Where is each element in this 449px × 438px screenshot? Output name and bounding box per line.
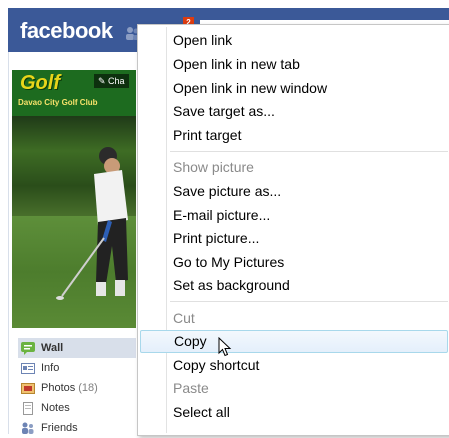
photos-count: (18) [78,382,98,394]
menu-item-set-as-background[interactable]: Set as background [140,274,448,297]
menu-item-save-picture-as[interactable]: Save picture as... [140,180,448,203]
golfer-figure [56,147,128,300]
friends-icon [22,422,34,434]
nav-item-photos[interactable]: Photos (18) [18,378,136,398]
menu-item-copy-shortcut[interactable]: Copy shortcut [140,354,448,377]
menu-separator [170,151,448,152]
photos-icon [21,382,35,394]
nav-label: Info [41,362,60,374]
mouse-cursor-icon [218,337,232,357]
menu-item-copy[interactable]: Copy [140,330,448,353]
menu-item-paste: Paste [173,380,209,396]
menu-item-save-target-as[interactable]: Save target as... [140,100,448,123]
profile-picture[interactable]: Golf Davao City Golf Club ✎ Cha [12,70,136,328]
facebook-logo[interactable]: facebook [20,18,113,44]
menu-item-open-link-new-tab[interactable]: Open link in new tab [140,53,448,76]
wall-icon [21,341,35,355]
menu-item-email-picture[interactable]: E-mail picture... [140,204,448,227]
menu-item-go-to-my-pictures[interactable]: Go to My Pictures [140,251,448,274]
nav-item-info[interactable]: Info [18,358,136,378]
menu-separator [170,301,448,302]
nav-label: Notes [41,402,70,414]
profile-nav: Wall Info Photos (18) Notes Friends [18,338,136,438]
menu-item-print-picture[interactable]: Print picture... [140,227,448,250]
menu-item-print-target[interactable]: Print target [140,124,448,147]
nav-item-wall[interactable]: Wall [18,338,136,358]
menu-item-open-link-new-window[interactable]: Open link in new window [140,77,448,100]
menu-item-cut: Cut [173,310,195,326]
menu-item-open-link[interactable]: Open link [140,29,448,52]
nav-item-notes[interactable]: Notes [18,398,136,418]
nav-label: Friends [41,422,78,434]
info-icon [21,362,35,374]
notes-icon [23,401,33,415]
nav-label: Photos [41,382,76,394]
nav-item-friends[interactable]: Friends [18,418,136,438]
nav-label: Wall [41,342,64,354]
context-menu: Open link Open link in new tab Open link… [137,24,449,436]
menu-item-select-all[interactable]: Select all [140,401,448,424]
menu-item-show-picture: Show picture [173,159,254,175]
